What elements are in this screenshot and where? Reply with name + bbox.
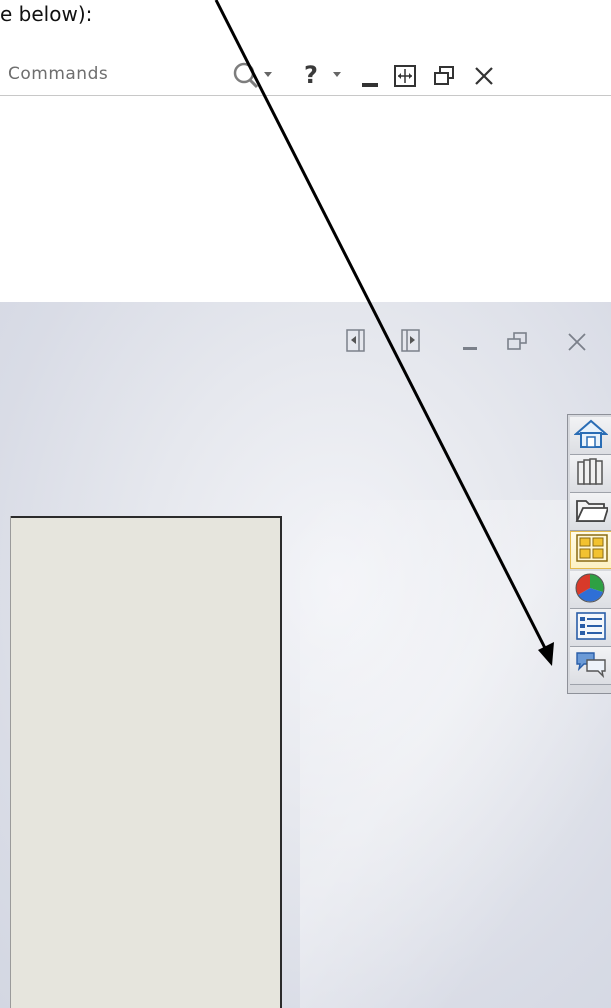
restore-icon[interactable]: [430, 62, 458, 90]
tab-design-library[interactable]: [570, 455, 611, 493]
help-icon[interactable]: ?: [298, 60, 324, 90]
search-icon[interactable]: [230, 60, 264, 90]
view-palette-icon: [575, 532, 609, 568]
sheet-edge: [10, 516, 11, 1008]
search-dropdown-arrow-icon[interactable]: [262, 66, 274, 82]
forum-icon: [574, 648, 608, 684]
minimize-icon[interactable]: [356, 60, 384, 92]
custom-properties-icon: [574, 610, 608, 646]
help-label: ?: [304, 61, 318, 89]
home-icon: [573, 418, 609, 454]
tab-appearances-scenes[interactable]: [570, 571, 611, 609]
appearances-icon: [574, 572, 608, 608]
fit-window-icon[interactable]: [390, 61, 420, 91]
drawing-sheet[interactable]: [10, 516, 282, 1008]
graphics-sheen: [300, 500, 611, 1008]
caption-text: e below):: [0, 2, 93, 26]
ribbon-area: [0, 96, 611, 303]
design-library-icon: [574, 456, 608, 492]
tab-forum[interactable]: [570, 647, 611, 685]
tab-custom-properties[interactable]: [570, 609, 611, 647]
tab-file-explorer[interactable]: [570, 493, 611, 531]
prev-doc-icon[interactable]: [343, 327, 369, 355]
divider: [0, 95, 611, 96]
next-doc-icon[interactable]: [398, 327, 424, 355]
doc-minimize-icon[interactable]: [458, 330, 482, 354]
doc-restore-icon[interactable]: [504, 329, 530, 355]
folder-icon: [574, 494, 610, 530]
tab-view-palette[interactable]: [570, 531, 611, 569]
task-pane-tabs: [567, 414, 611, 694]
tab-solidworks-resources[interactable]: [570, 417, 611, 455]
screenshot: e below): Commands ?: [0, 0, 611, 1008]
help-dropdown-arrow-icon[interactable]: [331, 67, 343, 81]
close-icon[interactable]: [470, 62, 498, 90]
doc-close-icon[interactable]: [564, 329, 590, 355]
search-commands-input[interactable]: Commands: [8, 60, 228, 88]
